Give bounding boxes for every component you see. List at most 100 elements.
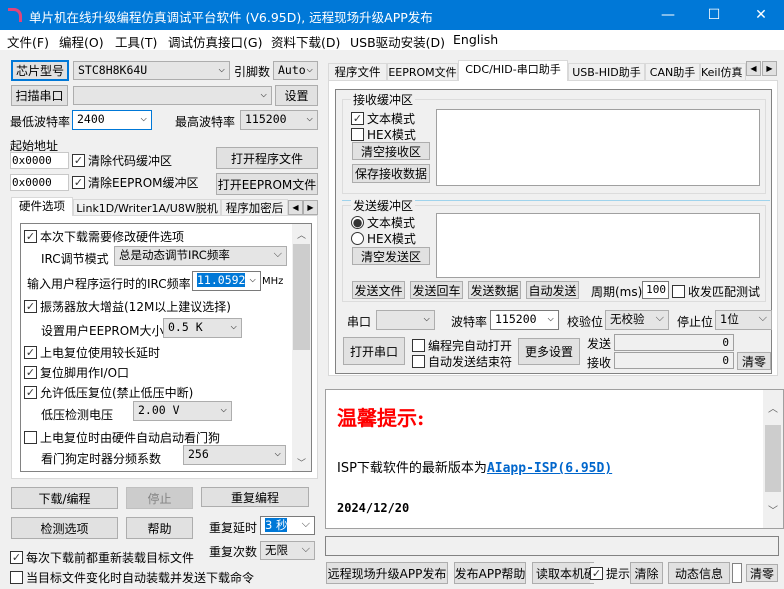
code-address-input[interactable]: 0x0000 [10, 152, 69, 169]
info-scrollbar[interactable]: ︿ ﹀ [763, 390, 783, 528]
chip-model-select[interactable]: STC8H8K64U [73, 61, 230, 80]
repeat-delay-select[interactable]: 3 秒 [260, 516, 315, 535]
tab-scroll-right-icon[interactable]: ▶ [303, 200, 318, 215]
save-receive-button[interactable]: 保存接收数据 [352, 164, 430, 183]
irc-freq-value: 11.0592 [197, 273, 246, 287]
scroll-thumb[interactable] [765, 425, 781, 492]
version-link[interactable]: AIapp-ISP(6.95D) [487, 461, 612, 476]
chip-model-button[interactable]: 芯片型号 [11, 60, 69, 81]
menu-program[interactable]: 编程(O) [59, 32, 104, 51]
auto-open-checkbox[interactable]: 编程完自动打开 [412, 337, 512, 354]
low-voltage-select[interactable]: 2.00 V [133, 401, 232, 421]
right-tab-scroll-left-icon[interactable]: ◀ [746, 61, 761, 76]
menu-debug[interactable]: 调试仿真接口(G) [168, 32, 262, 51]
scan-port-button[interactable]: 扫描串口 [11, 85, 68, 106]
scroll-up-icon[interactable]: ︿ [768, 400, 778, 415]
auto-reload-checkbox[interactable]: 当目标文件变化时自动装载并发送下载命令 [10, 569, 254, 586]
stop-button[interactable]: 停止 [126, 487, 193, 509]
tab-program-file[interactable]: 程序文件 [328, 63, 387, 81]
tab-keil[interactable]: Keil仿真 [700, 63, 746, 81]
clear-send-button[interactable]: 清空发送区 [352, 247, 430, 265]
tab-eeprom-file[interactable]: EEPROM文件 [387, 63, 458, 81]
clear-counts-button[interactable]: 清零 [737, 352, 771, 370]
clear-eeprom-checkbox[interactable]: ✓ 清除EEPROM缓冲区 [72, 174, 199, 191]
send-cr-button[interactable]: 发送回车 [410, 281, 463, 299]
close-button[interactable]: ✕ [738, 0, 784, 30]
tab-offline[interactable]: Link1D/Writer1A/U8W脱机 [73, 199, 221, 216]
recv-text-mode-checkbox[interactable]: ✓ 文本模式 [351, 110, 415, 127]
irc-freq-select[interactable]: 11.0592 [192, 271, 261, 291]
more-settings-button[interactable]: 更多设置 [518, 338, 580, 365]
open-eeprom-file-button[interactable]: 打开EEPROM文件 [216, 173, 318, 195]
publish-help-button[interactable]: 发布APP帮助 [454, 562, 526, 584]
publish-app-button[interactable]: 远程现场升级APP发布 [326, 562, 448, 584]
info-date: 2024/12/20 [337, 501, 410, 515]
clear-button[interactable]: 清除 [630, 562, 663, 584]
send-text-mode-radio[interactable]: ● 文本模式 [351, 214, 415, 231]
minimize-button[interactable]: — [645, 0, 691, 30]
read-hw-id-button[interactable]: 读取本机硬 [532, 562, 594, 584]
reload-each-checkbox[interactable]: ✓ 每次下载前都重新装载目标文件 [10, 549, 194, 566]
port-select[interactable] [73, 86, 272, 105]
tab-can[interactable]: CAN助手 [645, 63, 700, 81]
clear-code-checkbox[interactable]: ✓ 清除代码缓冲区 [72, 152, 172, 169]
options-scrollbar[interactable]: ︿ ﹀ [292, 224, 311, 471]
match-test-checkbox[interactable]: 收发匹配测试 [672, 283, 760, 300]
menu-usb-driver[interactable]: USB驱动安装(D) [350, 32, 445, 51]
download-program-button[interactable]: 下载/编程 [11, 487, 118, 509]
help-button[interactable]: 帮助 [126, 517, 193, 539]
min-baud-select[interactable]: 2400 [72, 110, 152, 130]
osc-gain-checkbox[interactable]: ✓ 振荡器放大增益(12M以上建议选择) [24, 298, 231, 315]
stop-bits-select[interactable]: 1位 [715, 310, 772, 330]
tab-cdc-hid-serial[interactable]: CDC/HID-串口助手 [458, 60, 568, 81]
menu-english[interactable]: English [453, 32, 498, 47]
repeat-program-button[interactable]: 重复编程 [201, 487, 309, 507]
reset-io-checkbox[interactable]: ✓ 复位脚用作I/O口 [24, 364, 129, 381]
baud-select[interactable]: 115200 [490, 310, 559, 330]
send-data-button[interactable]: 发送数据 [468, 281, 521, 299]
wdt-div-select[interactable]: 256 [183, 445, 286, 465]
receive-textarea[interactable] [436, 109, 760, 186]
menu-file[interactable]: 文件(F) [7, 32, 49, 51]
tab-scroll-left-icon[interactable]: ◀ [288, 200, 303, 215]
period-input[interactable]: 100 [642, 281, 669, 299]
osc-gain-label: 振荡器放大增益(12M以上建议选择) [40, 300, 231, 314]
parity-select[interactable]: 无校验 [605, 310, 669, 330]
open-program-file-button[interactable]: 打开程序文件 [216, 147, 318, 169]
right-tab-scroll-right-icon[interactable]: ▶ [762, 61, 777, 76]
recv-hex-mode-checkbox[interactable]: HEX模式 [351, 126, 416, 143]
modify-hw-checkbox[interactable]: ✓ 本次下载需要修改硬件选项 [24, 228, 184, 245]
wdt-checkbox[interactable]: 上电复位时由硬件自动启动看门狗 [24, 429, 220, 446]
hint-checkbox[interactable]: ✓ 提示 [590, 563, 633, 583]
menu-downloads[interactable]: 资料下载(D) [271, 32, 340, 51]
scroll-thumb[interactable] [293, 244, 310, 350]
send-textarea[interactable] [436, 213, 760, 278]
send-hex-mode-radio[interactable]: HEX模式 [351, 230, 416, 247]
max-baud-select[interactable]: 115200 [240, 110, 318, 130]
tab-usb-hid[interactable]: USB-HID助手 [568, 63, 645, 81]
auto-end-checkbox[interactable]: 自动发送结束符 [412, 353, 512, 370]
dynamic-info-button[interactable]: 动态信息 [668, 562, 730, 584]
send-file-button[interactable]: 发送文件 [352, 281, 405, 299]
eeprom-size-select[interactable]: 0.5 K [163, 318, 242, 338]
scroll-down-icon[interactable]: ﹀ [297, 456, 306, 469]
pins-select[interactable]: Auto [273, 61, 318, 80]
tab-hardware-options[interactable]: 硬件选项 [11, 197, 73, 216]
long-delay-checkbox[interactable]: ✓ 上电复位使用较长延时 [24, 344, 160, 361]
eeprom-address-input[interactable]: 0x0000 [10, 174, 69, 191]
settings-button[interactable]: 设置 [275, 85, 318, 106]
clear-receive-button[interactable]: 清空接收区 [352, 142, 430, 160]
menu-tools[interactable]: 工具(T) [115, 32, 157, 51]
maximize-button[interactable]: ☐ [691, 0, 737, 30]
auto-send-button[interactable]: 自动发送 [526, 281, 579, 299]
zero-button[interactable]: 清零 [746, 564, 778, 582]
open-port-button[interactable]: 打开串口 [343, 337, 405, 365]
scroll-down-icon[interactable]: ﹀ [768, 502, 778, 517]
serial-port-select[interactable] [376, 310, 435, 330]
lvr-checkbox[interactable]: ✓ 允许低压复位(禁止低压中断) [24, 384, 193, 401]
scroll-up-icon[interactable]: ︿ [297, 228, 306, 241]
check-options-button[interactable]: 检测选项 [11, 517, 118, 539]
tab-encryption[interactable]: 程序加密后 [221, 199, 288, 216]
repeat-count-select[interactable]: 无限 [260, 541, 315, 560]
irc-mode-select[interactable]: 总是动态调节IRC频率 [114, 246, 287, 266]
